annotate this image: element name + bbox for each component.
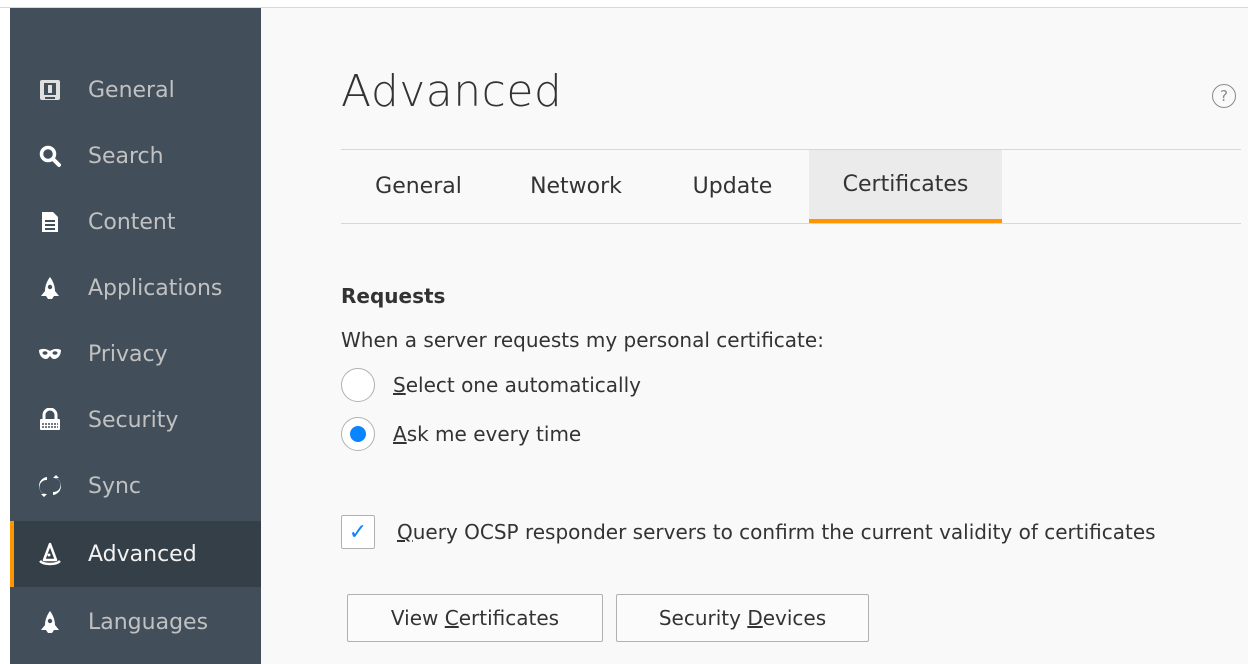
sidebar-item-languages[interactable]: Languages bbox=[10, 589, 261, 655]
sidebar: General Search Content Applications Priv… bbox=[10, 8, 261, 664]
sidebar-item-label: Security bbox=[88, 407, 179, 433]
sidebar-item-label: Applications bbox=[88, 275, 223, 301]
main-panel: Advanced ? General Network Update Certif… bbox=[261, 8, 1248, 664]
privacy-mask-icon bbox=[37, 341, 63, 367]
sidebar-item-security[interactable]: Security bbox=[10, 387, 261, 453]
tab-general[interactable]: General bbox=[341, 150, 496, 223]
radio-button[interactable] bbox=[341, 368, 375, 402]
sidebar-item-label: Languages bbox=[88, 609, 209, 635]
radio-ask-every-time[interactable]: Ask me every time bbox=[341, 416, 581, 452]
radio-label: Ask me every time bbox=[393, 422, 582, 446]
sidebar-item-label: General bbox=[88, 77, 175, 103]
view-certificates-button[interactable]: View Certificates bbox=[347, 594, 603, 642]
sidebar-item-general[interactable]: General bbox=[10, 57, 261, 123]
sidebar-item-label: Content bbox=[88, 209, 176, 235]
languages-icon bbox=[37, 609, 63, 635]
tab-network[interactable]: Network bbox=[496, 150, 656, 223]
preferences-window: General Search Content Applications Priv… bbox=[0, 0, 1248, 664]
ocsp-checkbox-row[interactable]: ✓ Query OCSP responder servers to confir… bbox=[341, 512, 1156, 552]
sidebar-item-label: Advanced bbox=[88, 541, 197, 567]
sidebar-item-applications[interactable]: Applications bbox=[10, 255, 261, 321]
sidebar-item-advanced[interactable]: Advanced bbox=[10, 521, 261, 587]
search-icon bbox=[37, 143, 63, 169]
left-gutter bbox=[0, 8, 10, 664]
ocsp-checkbox[interactable]: ✓ bbox=[341, 515, 375, 549]
general-icon bbox=[37, 77, 63, 103]
page-title: Advanced bbox=[341, 66, 563, 117]
sidebar-item-privacy[interactable]: Privacy bbox=[10, 321, 261, 387]
security-devices-button[interactable]: Security Devices bbox=[616, 594, 869, 642]
requests-description: When a server requests my personal certi… bbox=[341, 328, 824, 352]
sync-icon bbox=[37, 473, 63, 499]
radio-selected-dot bbox=[350, 426, 366, 442]
radio-select-automatically[interactable]: Select one automatically bbox=[341, 367, 641, 403]
ocsp-label: Query OCSP responder servers to confirm … bbox=[397, 520, 1156, 544]
sidebar-item-search[interactable]: Search bbox=[10, 123, 261, 189]
content-icon bbox=[37, 209, 63, 235]
applications-icon bbox=[37, 275, 63, 301]
sidebar-item-label: Privacy bbox=[88, 341, 168, 367]
advanced-wizard-hat-icon bbox=[37, 541, 63, 567]
sidebar-item-content[interactable]: Content bbox=[10, 189, 261, 255]
tab-bar: General Network Update Certificates bbox=[341, 149, 1241, 224]
sidebar-item-sync[interactable]: Sync bbox=[10, 453, 261, 519]
top-border bbox=[0, 0, 1248, 8]
radio-button[interactable] bbox=[341, 417, 375, 451]
sidebar-item-label: Search bbox=[88, 143, 164, 169]
tab-update[interactable]: Update bbox=[656, 150, 809, 223]
checkmark-icon: ✓ bbox=[348, 519, 368, 545]
sidebar-item-label: Sync bbox=[88, 473, 142, 499]
tab-certificates[interactable]: Certificates bbox=[809, 150, 1002, 223]
radio-label: Select one automatically bbox=[393, 373, 641, 397]
requests-section-title: Requests bbox=[341, 284, 446, 308]
help-icon[interactable]: ? bbox=[1212, 84, 1236, 108]
security-lock-icon bbox=[37, 407, 63, 433]
